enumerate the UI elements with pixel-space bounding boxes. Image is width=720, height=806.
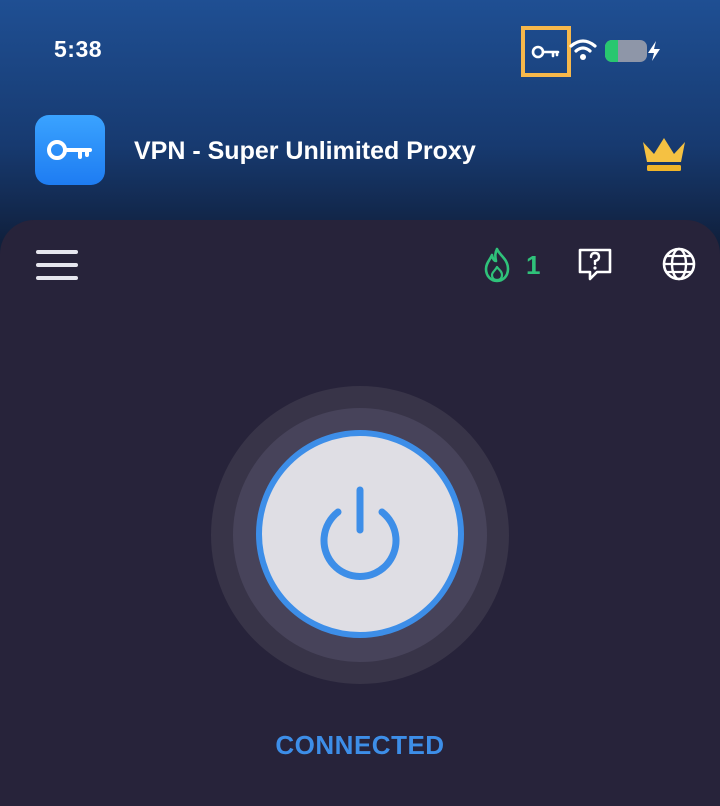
status-bar-time: 5:38 <box>54 36 103 62</box>
vpn-key-icon <box>531 45 560 58</box>
connection-status-label: CONNECTED <box>275 730 445 760</box>
battery-icon <box>605 40 647 62</box>
app-title: VPN - Super Unlimited Proxy <box>134 137 476 165</box>
vpn-key-indicator-highlight[interactable] <box>521 26 571 77</box>
help-question-icon[interactable] <box>577 246 613 282</box>
wifi-icon <box>569 39 597 60</box>
globe-icon[interactable] <box>661 246 697 282</box>
flame-icon[interactable] <box>480 247 514 283</box>
streak-count: 1 <box>526 250 541 280</box>
app-logo <box>35 115 105 185</box>
battery-level-fill <box>605 40 618 62</box>
hamburger-menu-icon[interactable] <box>36 250 78 280</box>
vpn-app-screen: 5:38 VPN - Super Unlimited Proxy 1 CONNE… <box>0 0 720 806</box>
charging-bolt-icon <box>648 41 660 61</box>
power-icon <box>320 486 400 580</box>
connect-power-button[interactable] <box>256 430 464 638</box>
key-icon <box>47 140 92 160</box>
crown-icon[interactable] <box>640 134 688 174</box>
